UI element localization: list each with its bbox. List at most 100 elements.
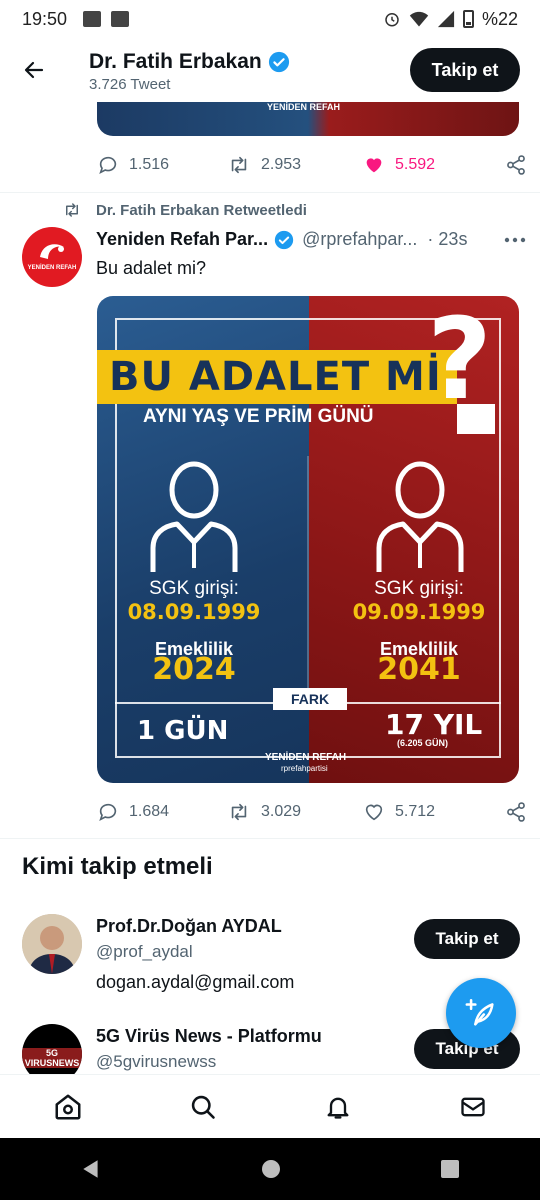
person-left-icon	[150, 461, 238, 572]
battery-level: %22	[481, 8, 518, 29]
diff-label: FARK	[273, 688, 347, 710]
suggestion-handle: @prof_aydal	[96, 942, 193, 961]
status-time: 19:50	[22, 8, 68, 29]
left-sgk-date: 08.09.1999	[127, 600, 261, 624]
suggestion-name: Prof.Dr.Doğan AYDAL	[96, 916, 282, 936]
right-retire-year: 2041	[377, 652, 461, 687]
battery-icon	[462, 10, 474, 28]
poster-question-mark: ?	[427, 296, 492, 425]
retweet-count: 2.953	[261, 156, 302, 173]
tweet-header: Yeniden Refah Par... @rprefahpar... · 23…	[96, 229, 526, 250]
author-handle[interactable]: @rprefahpar...	[302, 229, 417, 250]
diff-right-sub: (6.205 GÜN)	[397, 738, 449, 748]
poster-center-divider	[307, 456, 309, 702]
retweet-context[interactable]: Dr. Fatih Erbakan Retweetledi	[62, 201, 307, 219]
person-photo-icon	[22, 914, 82, 974]
tweet-count: 3.726 Tweet	[89, 76, 171, 93]
suggestion-bio: dogan.aydal@gmail.com	[96, 972, 295, 992]
reply-icon	[99, 156, 117, 174]
heart-filled-icon	[366, 158, 382, 173]
system-back-icon[interactable]	[80, 1158, 102, 1180]
wifi-icon	[409, 11, 429, 27]
profile-name-row: Dr. Fatih Erbakan	[89, 50, 290, 74]
poster-subtitle: AYNI YAŞ VE PRİM GÜNÜ	[143, 406, 374, 427]
retweet-button[interactable]: 3.029	[227, 801, 363, 823]
bell-icon	[327, 1097, 348, 1119]
avatar-text: 5G VIRUSNEWS	[22, 1048, 82, 1068]
profile-header: Dr. Fatih Erbakan 3.726 Tweet Takip et	[0, 38, 540, 102]
like-button[interactable]: 5.592	[363, 154, 491, 176]
like-button[interactable]: 5.712	[363, 801, 491, 823]
arrow-left-icon	[24, 61, 44, 79]
heart-icon	[365, 804, 383, 821]
message-notification-icon	[83, 11, 102, 27]
right-sgk-label: SGK girişi:	[374, 578, 464, 599]
verified-badge-icon	[274, 230, 294, 249]
reply-count: 1.684	[129, 803, 170, 820]
reply-icon	[99, 803, 117, 821]
left-retire-year: 2024	[152, 652, 236, 687]
follow-button[interactable]: Takip et	[410, 48, 520, 92]
poster-title: BU ADALET Mİ	[109, 354, 442, 400]
mail-icon	[460, 1097, 485, 1116]
verified-badge-icon	[268, 51, 289, 73]
more-icon	[504, 237, 526, 242]
back-button[interactable]	[18, 54, 50, 86]
nav-home-button[interactable]	[48, 1087, 88, 1127]
suggestion-name: 5G Virüs News - Platformu	[96, 1026, 322, 1046]
diff-left-value: 1 GÜN	[137, 716, 229, 746]
share-button[interactable]	[505, 154, 527, 176]
suggestion-avatar[interactable]	[22, 914, 82, 974]
previous-tweet-actions: 1.516 2.953 5.592	[97, 150, 527, 180]
compose-button[interactable]	[446, 978, 516, 1048]
reply-count: 1.516	[129, 156, 170, 173]
reply-button[interactable]: 1.684	[97, 801, 227, 823]
profile-name: Dr. Fatih Erbakan	[89, 50, 262, 73]
author-avatar[interactable]: YENİDEN REFAH	[22, 227, 82, 287]
nav-messages-button[interactable]	[453, 1087, 493, 1127]
reply-button[interactable]: 1.516	[97, 154, 227, 176]
retweet-icon	[231, 156, 247, 174]
system-navigation-bar	[0, 1138, 540, 1200]
diff-right-value: 17 YIL	[385, 708, 483, 741]
nav-search-button[interactable]	[183, 1087, 223, 1127]
poster-title-band: BU ADALET Mİ	[97, 350, 457, 404]
tweet-text: Bu adalet mi?	[96, 258, 207, 278]
retweet-button[interactable]: 2.953	[227, 154, 363, 176]
left-sgk-label: SGK girişi:	[149, 578, 239, 599]
divider	[0, 192, 540, 193]
retweeted-by-text: Dr. Fatih Erbakan Retweetledi	[96, 201, 307, 219]
who-to-follow-title: Kimi takip etmeli	[22, 853, 213, 880]
share-icon	[507, 802, 525, 822]
share-button[interactable]	[505, 801, 527, 823]
image-brand-text: YENİDEN REFAH	[267, 102, 341, 112]
person-right-icon	[376, 461, 464, 572]
tweet-image[interactable]: BU ADALET Mİ ? AYNI YAŞ VE PRİM GÜNÜ SGK…	[97, 296, 519, 783]
avatar-label: YENİDEN REFAH	[27, 265, 77, 271]
retweet-icon	[231, 803, 247, 821]
right-sgk-date: 09.09.1999	[352, 600, 486, 624]
search-icon	[191, 1095, 215, 1119]
alarm-icon	[385, 13, 399, 27]
signal-icon	[437, 10, 455, 28]
bottom-navigation	[0, 1074, 540, 1138]
poster-brand: YENİDEN REFAH	[265, 752, 347, 763]
like-count: 5.592	[395, 156, 436, 173]
retweet-count: 3.029	[261, 803, 302, 820]
more-options-button[interactable]	[504, 236, 526, 244]
system-home-icon[interactable]	[261, 1159, 281, 1179]
status-bar: 19:50 %22	[0, 0, 540, 38]
share-icon	[507, 155, 525, 175]
follow-button[interactable]: Takip et	[414, 919, 520, 959]
party-logo-icon	[40, 244, 64, 259]
suggestion-avatar[interactable]: 5G VIRUSNEWS	[22, 1024, 82, 1074]
divider	[0, 838, 540, 839]
nav-notifications-button[interactable]	[318, 1087, 358, 1127]
youtube-notification-icon	[111, 11, 130, 27]
system-recents-icon[interactable]	[440, 1159, 460, 1179]
tweet-time: · 23s	[427, 229, 468, 249]
retweet-icon	[66, 203, 78, 217]
compose-icon	[465, 998, 494, 1026]
author-name[interactable]: Yeniden Refah Par...	[96, 229, 268, 250]
poster-brand-handle: rprefahpartisi	[281, 764, 328, 773]
